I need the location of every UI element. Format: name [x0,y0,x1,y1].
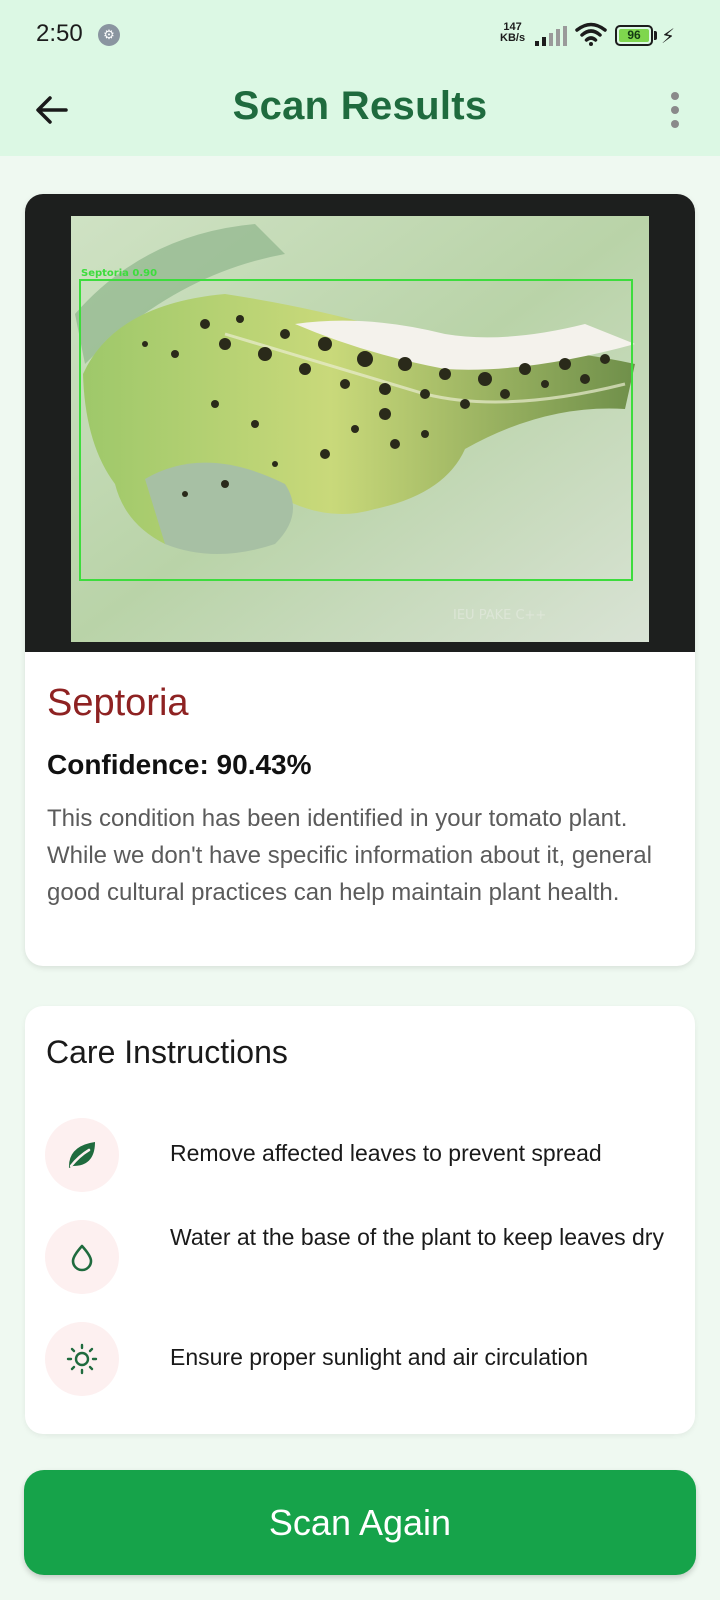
care-title: Care Instructions [46,1034,288,1070]
confidence-score: Confidence: 90.43% [47,749,312,780]
care-instructions-card: Care Instructions Remove affected leaves… [25,1006,695,1434]
scanned-leaf-image: Septoria 0.90 IEU PAKE C++ [25,194,695,652]
more-vert-icon [671,92,679,100]
water-drop-icon [71,1244,93,1272]
charging-icon: ⚡ [661,26,676,48]
disease-description: This condition has been identified in yo… [47,805,652,906]
care-item: Remove affected leaves to prevent spread [45,1118,675,1192]
care-text: Water at the base of the plant to keep l… [170,1224,664,1250]
page-title: Scan Results [232,84,488,128]
status-time: 2:50 [36,20,83,47]
detection-label: Septoria 0.90 [81,268,157,279]
network-speed: 147 KB/s [500,22,525,44]
battery-cap [654,31,657,40]
battery-level: 96 [619,29,649,42]
care-text: Remove affected leaves to prevent spread [170,1140,602,1166]
status-bar: 2:50 ⚙ 147 KB/s 96 ⚡ [0,0,720,72]
scan-results-screen: 2:50 ⚙ 147 KB/s 96 ⚡ Scan Results Septor… [0,0,720,1600]
care-text: Ensure proper sunlight and air circulati… [170,1344,589,1370]
leaf-icon [68,1142,95,1168]
scan-again-button[interactable]: Scan Again [24,1470,696,1575]
sun-icon [66,1343,98,1375]
care-icon-badge [45,1118,119,1192]
image-watermark: IEU PAKE C++ [453,608,546,623]
disease-name: Septoria [47,682,189,724]
care-item: Ensure proper sunlight and air circulati… [45,1322,675,1396]
more-options-button[interactable] [660,86,690,134]
wifi-icon [575,22,607,46]
app-bar: Scan Results [0,72,720,156]
wrench-icon: ⚙ [98,24,120,46]
result-card: Septoria 0.90 IEU PAKE C++ Septoria Conf… [25,194,695,966]
signal-icon [535,26,567,46]
care-icon-badge [45,1322,119,1396]
care-item: Water at the base of the plant to keep l… [45,1220,675,1294]
care-icon-badge [45,1220,119,1294]
network-speed-unit: KB/s [500,32,526,44]
battery-icon: 96 [615,25,653,46]
